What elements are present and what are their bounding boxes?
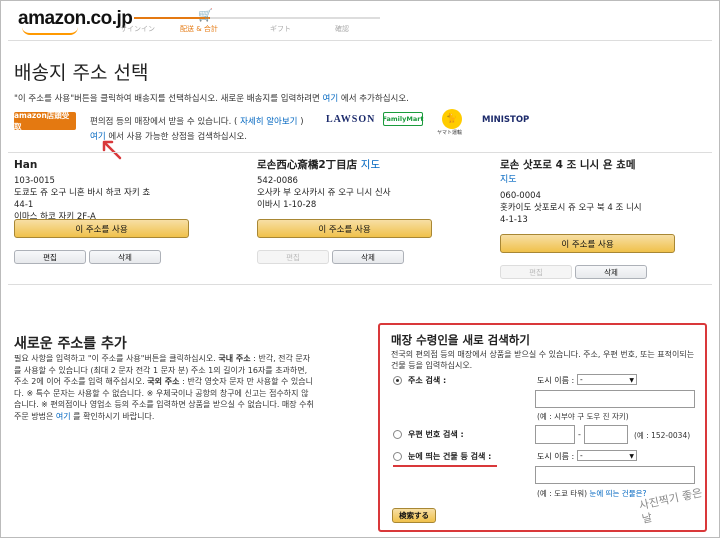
zip-hint: (예 : 152-0034) xyxy=(634,431,691,440)
red-underline xyxy=(393,465,497,467)
delete-address-button-1[interactable]: 삭제 xyxy=(89,250,161,264)
zip-search-radio[interactable] xyxy=(393,430,402,439)
city-select[interactable]: - ▼ xyxy=(577,374,637,385)
store-search-title: 매장 수령인을 새로 검색하기 xyxy=(391,333,530,347)
lawson-logo: LAWSON xyxy=(326,114,376,125)
learn-more-link[interactable]: 자세히 알아보기 xyxy=(240,117,297,127)
address-input[interactable] xyxy=(535,390,695,408)
city-name-label: 도시 이름 : xyxy=(537,376,575,385)
step-gift: ギフト xyxy=(270,25,291,33)
pickup-method-link[interactable]: 여기 xyxy=(56,412,71,421)
zip-input-second[interactable] xyxy=(584,425,628,444)
step-confirm: 確認 xyxy=(335,25,349,33)
edit-address-button-3: 편집 xyxy=(500,265,572,279)
addresses-divider xyxy=(8,284,712,285)
instr-bold: 국외 주소 xyxy=(147,377,180,386)
city-name-label-2: 도시 이름 : xyxy=(537,452,575,461)
ministop-logo: MINISTOP xyxy=(482,115,530,125)
step-signin: サインイン xyxy=(120,25,155,33)
city-select-value: - xyxy=(580,451,583,460)
use-address-button-1[interactable]: 이 주소를 사용 xyxy=(14,219,189,238)
yamato-logo: 🐈 xyxy=(442,109,462,129)
map-link[interactable]: 지도 xyxy=(500,175,517,185)
yamato-cat-icon: 🐈 xyxy=(446,114,458,124)
cart-icon: 🛒 xyxy=(198,8,213,22)
intro-suffix: 에서 추가하십시오. xyxy=(338,94,409,104)
store-text-suffix: ) xyxy=(297,117,304,127)
address-search-radio[interactable] xyxy=(393,376,402,385)
intro-text: "이 주소를 사용"버튼을 클릭하여 배송지를 선택하십시오. 새로운 배송지를… xyxy=(14,92,409,104)
yamato-label: ヤマト運輸 xyxy=(437,130,463,136)
delete-address-button-3[interactable]: 삭제 xyxy=(575,265,647,279)
use-address-button-3[interactable]: 이 주소를 사용 xyxy=(500,234,675,253)
header-divider xyxy=(8,40,712,41)
intro-prefix: "이 주소를 사용"버튼을 클릭하여 배송지를 선택하십시오. 새로운 배송지를… xyxy=(14,94,323,104)
familymart-logo: FamilyMart xyxy=(382,112,424,126)
map-link[interactable]: 지도 xyxy=(361,159,380,171)
landmark-input[interactable] xyxy=(535,466,695,484)
page-title: 배송지 주소 선택 xyxy=(14,62,149,84)
step-shipping: 配送 & 合計 xyxy=(180,25,218,33)
new-address-title: 새로운 주소를 추가 xyxy=(14,336,127,352)
instr-bold: 국내 주소 xyxy=(218,354,251,363)
checkout-progress: 🛒 サインイン 配送 & 合計 ギフト 確認 xyxy=(120,6,380,33)
address-line: 홋카이도 삿포로시 쥬 오구 북 4 조 니시 xyxy=(500,203,642,213)
store-search-description: 전국의 편의점 등의 매장에서 상품을 받으실 수 있습니다. 주소, 우편 번… xyxy=(391,350,695,370)
store-search-suffix: 에서 사용 가능한 상점을 검색하십시오. xyxy=(105,132,247,142)
address-line: 도쿄도 쥬 오구 니혼 바시 하코 자키 쵸 xyxy=(14,188,151,198)
amazon-smile-icon xyxy=(22,27,78,35)
new-address-instructions: 필요 사항을 입력하고 "이 주소를 사용"버튼을 클릭하십시오. 국내 주소 … xyxy=(14,353,314,422)
city-select-value: - xyxy=(580,375,583,384)
address-name: Han xyxy=(14,159,38,171)
zip-separator: - xyxy=(578,430,581,439)
instr-part: 필요 사항을 입력하고 "이 주소를 사용"버튼을 클릭하십시오. xyxy=(14,354,219,363)
edit-address-button-2: 편집 xyxy=(257,250,329,264)
address-card-1: Han 103-0015 도쿄도 쥬 오구 니혼 바시 하코 자키 쵸 44-1… xyxy=(14,158,234,223)
zip-search-label: 우편 번호 검색 : xyxy=(408,430,464,439)
delete-address-button-2[interactable]: 삭제 xyxy=(332,250,404,264)
dropdown-caret-icon: ▼ xyxy=(629,377,634,384)
amazon-store-pickup-logo: amazon店頭受取 xyxy=(14,111,76,131)
address-line: 이바시 1-10-28 xyxy=(257,200,317,210)
use-address-button-2[interactable]: 이 주소를 사용 xyxy=(257,219,432,238)
address-card-3: 로손 삿포로 4 조 니시 욘 쵸메 지도 060-0004 홋카이도 삿포로시 … xyxy=(500,158,720,226)
landmark-search-label: 눈에 띄는 건물 등 검색 : xyxy=(408,452,492,461)
dropdown-caret-icon: ▼ xyxy=(629,453,634,460)
address-name: 로손西心斎橋2丁目店 지도 xyxy=(257,159,381,171)
zip-input-first[interactable] xyxy=(535,425,575,444)
stores-divider xyxy=(8,152,712,153)
landmark-hint: (예 : 도쿄 타워) 눈에 띄는 건물은? xyxy=(537,488,646,499)
instr-part: 를 확인하시기 바랍니다. xyxy=(70,411,155,421)
search-button[interactable]: 検索する xyxy=(392,508,436,523)
edit-address-button-1[interactable]: 편집 xyxy=(14,250,86,264)
address-name: 로손 삿포로 4 조 니시 욘 쵸메 지도 xyxy=(500,159,636,185)
store-pickup-text: 편의점 등의 매장에서 받을 수 있습니다. ( 자세히 알아보기 ) xyxy=(90,115,304,127)
address-hint: (예 : 시부야 구 도우 진 자키) xyxy=(537,412,629,421)
address-line: 44-1 xyxy=(14,200,34,210)
address-card-2: 로손西心斎橋2丁目店 지도 542-0086 오사카 부 오사카시 쥬 오구 니… xyxy=(257,158,477,211)
address-line: 4-1-13 xyxy=(500,215,528,225)
city-select-2[interactable]: - ▼ xyxy=(577,450,637,461)
landmark-hint-prefix: (예 : 도쿄 타워) xyxy=(537,489,590,498)
address-postal: 060-0004 xyxy=(500,191,541,201)
address-line: 오사카 부 오사카시 쥬 오구 니시 신사 xyxy=(257,188,391,198)
address-postal: 103-0015 xyxy=(14,176,55,186)
landmark-help-link[interactable]: 눈에 띄는 건물은? xyxy=(589,489,646,498)
address-search-label: 주소 검색 : xyxy=(408,376,447,385)
add-address-link[interactable]: 여기 xyxy=(323,94,339,104)
landmark-search-radio[interactable] xyxy=(393,452,402,461)
address-postal: 542-0086 xyxy=(257,176,298,186)
store-text-prefix: 편의점 등의 매장에서 받을 수 있습니다. ( xyxy=(90,117,241,127)
